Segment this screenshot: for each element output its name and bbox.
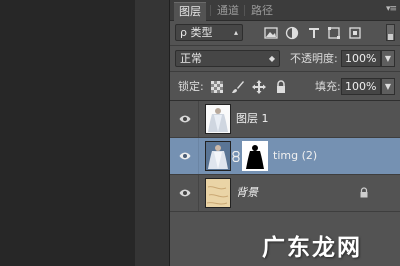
tab-separator bbox=[244, 5, 245, 16]
layers-panel: 图层 通道 路径 ▾≡ ρ 类型 ▴ 正常 ◆ 不透明度: 100% ▼ 锁定:… bbox=[170, 0, 400, 266]
fill-input[interactable]: 100% bbox=[341, 78, 381, 95]
divider bbox=[170, 45, 400, 46]
layer-row-layer1[interactable]: 图层 1 bbox=[170, 101, 400, 138]
fill-slider-button[interactable]: ▼ bbox=[381, 78, 395, 95]
lock-image-pixels-brush-icon[interactable] bbox=[231, 80, 245, 94]
panel-dock-strip bbox=[135, 0, 170, 266]
eye-visibility-icon[interactable] bbox=[179, 187, 191, 199]
pixel-filter-icon[interactable] bbox=[264, 26, 278, 40]
panel-menu-icon[interactable]: ▾≡ bbox=[386, 4, 397, 14]
layer-row-background[interactable]: 背景 bbox=[170, 175, 400, 212]
chevron-updown-icon: ◆ bbox=[268, 54, 275, 63]
blend-mode-dropdown[interactable]: 正常 ◆ bbox=[175, 50, 280, 67]
canvas-area bbox=[0, 0, 135, 266]
layer-locked-padlock-icon[interactable] bbox=[359, 187, 369, 198]
shape-filter-icon[interactable] bbox=[327, 26, 341, 40]
lock-label: 锁定: bbox=[178, 80, 204, 93]
tab-layers[interactable]: 图层 bbox=[174, 2, 206, 21]
layer-thumbnail bbox=[205, 178, 231, 208]
layer-thumbnail bbox=[205, 104, 231, 134]
toggle-knob bbox=[388, 34, 393, 40]
eye-visibility-icon[interactable] bbox=[179, 113, 191, 125]
lock-all-padlock-icon[interactable] bbox=[274, 80, 288, 94]
opacity-slider-button[interactable]: ▼ bbox=[381, 50, 395, 67]
fill-label: 填充: bbox=[315, 80, 341, 93]
layer-row-timg[interactable]: timg (2) bbox=[170, 138, 400, 175]
tab-paths[interactable]: 路径 bbox=[246, 2, 278, 20]
smart-object-filter-icon[interactable] bbox=[348, 26, 362, 40]
layer-mask-thumbnail[interactable] bbox=[242, 141, 268, 171]
filter-toggle-switch[interactable] bbox=[386, 24, 395, 41]
texture-background-thumbnail-image bbox=[206, 179, 230, 207]
filter-label: ρ 类型 bbox=[180, 26, 213, 39]
layer-thumbnail bbox=[205, 141, 231, 171]
chevron-updown-icon: ▴ bbox=[233, 28, 238, 37]
mask-link-chain-icon[interactable] bbox=[232, 151, 240, 162]
column-divider bbox=[198, 101, 199, 137]
layer-filter-dropdown[interactable]: ρ 类型 ▴ bbox=[175, 24, 243, 41]
mask-silhouette-image bbox=[243, 142, 267, 170]
type-filter-icon[interactable] bbox=[307, 26, 321, 40]
opacity-input[interactable]: 100% bbox=[341, 50, 381, 67]
layer-name[interactable]: 背景 bbox=[236, 186, 258, 200]
column-divider bbox=[198, 175, 199, 211]
tab-channels[interactable]: 通道 bbox=[212, 2, 244, 20]
panel-tab-bar: 图层 通道 路径 ▾≡ bbox=[170, 0, 400, 21]
column-divider bbox=[198, 138, 199, 174]
adjustment-filter-icon[interactable] bbox=[285, 26, 299, 40]
layer-name[interactable]: 图层 1 bbox=[236, 112, 269, 126]
opacity-label: 不透明度: bbox=[290, 52, 338, 65]
watermark-text: 广东龙网 bbox=[262, 235, 362, 261]
lock-transparent-pixels-icon[interactable] bbox=[210, 80, 224, 94]
blend-mode-label: 正常 bbox=[180, 52, 202, 65]
layer-name[interactable]: timg (2) bbox=[273, 149, 317, 163]
bride-thumbnail-image bbox=[206, 105, 230, 133]
tab-separator bbox=[210, 5, 211, 16]
bride-photo-thumbnail-image bbox=[206, 142, 230, 170]
divider bbox=[170, 71, 400, 72]
lock-position-move-icon[interactable] bbox=[252, 80, 266, 94]
eye-visibility-icon[interactable] bbox=[179, 150, 191, 162]
